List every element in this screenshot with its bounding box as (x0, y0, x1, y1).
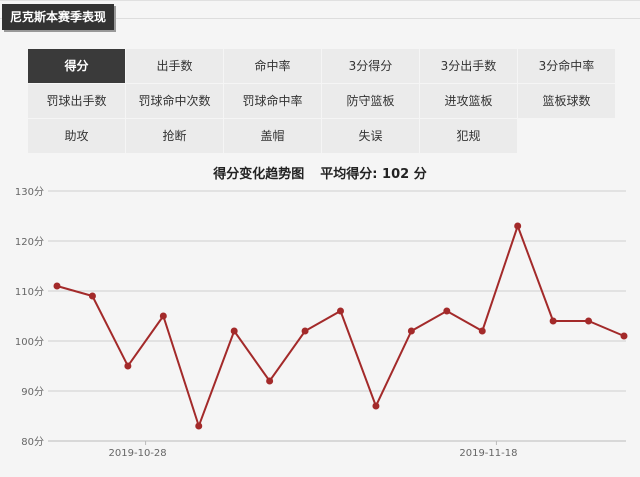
tab-5[interactable]: 3分命中率 (518, 49, 615, 83)
y-tick-label: 120分 (15, 236, 44, 248)
data-point (620, 332, 628, 340)
tab-11[interactable]: 篮板球数 (518, 84, 615, 118)
data-point (478, 327, 486, 335)
tab-12[interactable]: 助攻 (28, 119, 125, 153)
stats-panel: 尼克斯本赛季表现 得分 出手数 命中率 3分得分 3分出手数 3分命中率 罚球出手数 罚球命中… (0, 0, 640, 476)
y-tick-label: 90分 (21, 386, 44, 398)
tab-6[interactable]: 罚球出手数 (28, 84, 125, 118)
data-point (585, 317, 593, 325)
tab-4[interactable]: 3分出手数 (420, 49, 517, 83)
data-point (88, 292, 96, 300)
y-tick-label: 110分 (15, 286, 44, 298)
data-point (230, 327, 238, 335)
x-tick-label: 2019-10-28 (109, 448, 167, 459)
y-tick-label: 130分 (15, 186, 44, 198)
data-point (443, 307, 451, 315)
y-tick-label: 100分 (15, 336, 44, 348)
data-point (53, 282, 61, 290)
data-point (514, 222, 522, 230)
data-point (407, 327, 415, 335)
tab-9[interactable]: 防守篮板 (322, 84, 419, 118)
data-point (301, 327, 309, 335)
tab-7[interactable]: 罚球命中次数 (126, 84, 223, 118)
tab-1[interactable]: 出手数 (126, 49, 223, 83)
data-point (337, 307, 344, 315)
tab-16[interactable]: 犯规 (420, 119, 517, 153)
y-tick-label: 80分 (21, 436, 44, 448)
tab-10[interactable]: 进攻篮板 (420, 84, 517, 118)
data-point (372, 402, 380, 410)
data-point (159, 312, 167, 320)
tab-15[interactable]: 失误 (322, 119, 419, 153)
tab-2[interactable]: 命中率 (224, 49, 321, 83)
data-point (124, 362, 132, 370)
stat-tabs: 得分 出手数 命中率 3分得分 3分出手数 3分命中率罚球出手数 罚球命中次数 罚球命中率 防守… (28, 49, 615, 153)
x-tick-label: 2019-11-18 (459, 448, 517, 459)
series-line (56, 223, 625, 430)
tab-8[interactable]: 罚球命中率 (224, 84, 321, 118)
data-point (195, 422, 203, 430)
tab-13[interactable]: 抢断 (126, 119, 223, 153)
tab-3[interactable]: 3分得分 (322, 49, 419, 83)
data-point (266, 377, 274, 385)
points-line-chart: 80分 90分 100分 110分 120分 130分 2019-10-28 2019-11-… (15, 186, 628, 459)
tab-0[interactable]: 得分 (28, 49, 125, 83)
data-point (549, 317, 557, 325)
tab-14[interactable]: 盖帽 (224, 119, 321, 153)
section-label: 尼克斯本赛季表现 (2, 4, 115, 30)
